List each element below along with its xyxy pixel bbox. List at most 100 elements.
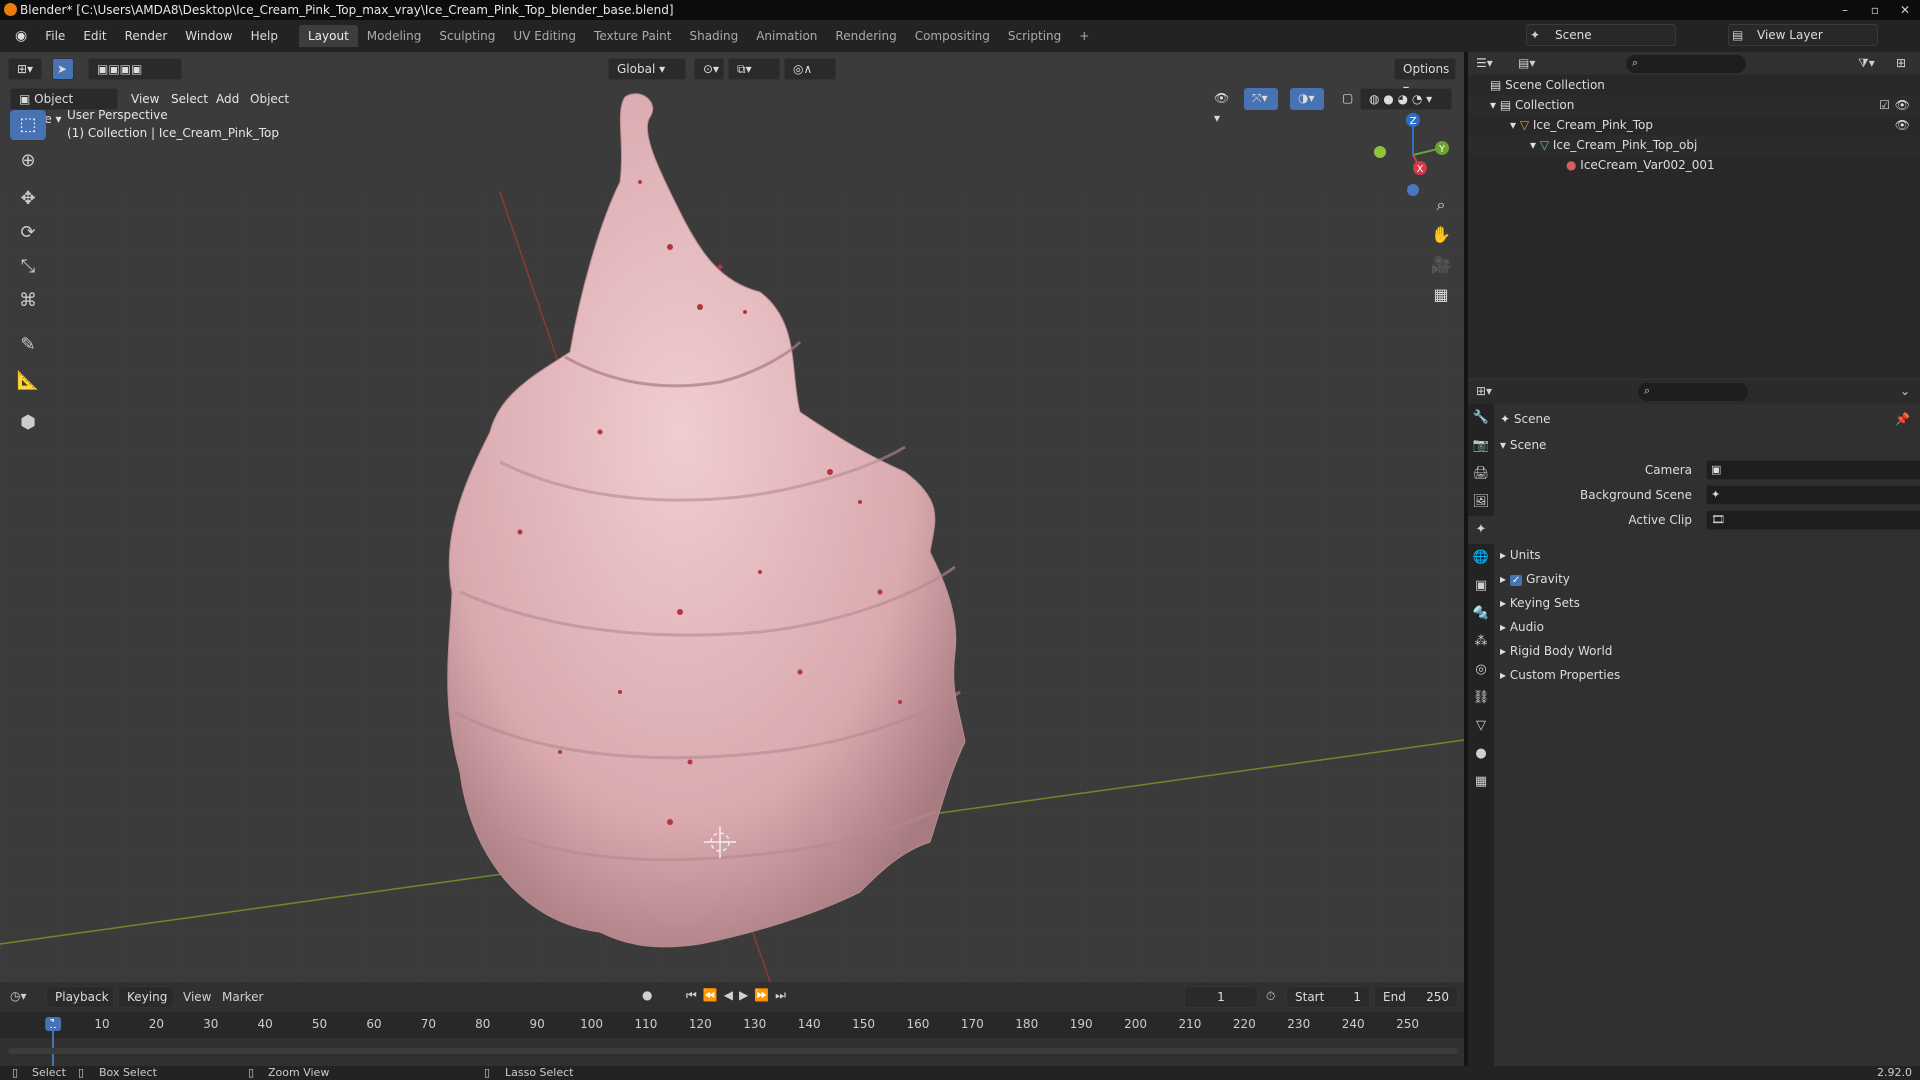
menu-help[interactable]: Help [242,29,287,43]
timeline-editor-icon[interactable]: ◷▾ [10,989,27,1003]
gravity-checkbox[interactable]: ✓ [1509,575,1523,586]
measure-tool[interactable]: 📐 [10,366,46,396]
outliner-editor-icon[interactable]: ☰▾ [1476,56,1493,70]
cursor-tool[interactable]: ⊕ [10,146,46,176]
record-icon[interactable]: ● [642,988,652,1002]
world-tab-icon[interactable]: 🌐 [1468,544,1494,572]
menu-file[interactable]: File [36,29,74,43]
chevron-down-icon[interactable]: ⌄ [1900,384,1910,398]
properties-editor-icon[interactable]: ⊞▾ [1476,384,1492,398]
rotate-tool[interactable]: ⟳ [10,218,46,248]
gravity-panel-header[interactable]: ▸ ✓ Gravity [1500,568,1916,590]
menu-render[interactable]: Render [116,29,177,43]
tab-modeling[interactable]: Modeling [358,25,431,47]
playhead[interactable] [52,1022,54,1066]
object-tab-icon[interactable]: ▣ [1468,572,1494,600]
pin-icon[interactable]: 📌 [1895,408,1910,430]
menu-marker[interactable]: Marker [222,990,263,1004]
editor-type-button[interactable]: ⊞▾ [8,58,42,80]
tab-uv-editing[interactable]: UV Editing [504,25,585,47]
view-layer-selector[interactable]: View Layer [1728,24,1878,46]
menu-object[interactable]: Object [250,92,289,106]
render-tab-icon[interactable]: 📷 [1468,432,1494,460]
menu-window[interactable]: Window [176,29,241,43]
outliner-row[interactable]: ▾ ▽ Ice_Cream_Pink_Top 👁 [1468,115,1920,135]
audio-panel-header[interactable]: ▸ Audio [1500,616,1916,638]
snapping-button[interactable]: ⧉▾ [728,58,780,80]
tab-layout[interactable]: Layout [298,25,358,47]
minimize-button[interactable]: – [1830,0,1860,20]
start-frame-field[interactable]: Start 1 [1286,986,1370,1008]
options-button[interactable]: Options ▾ [1394,58,1456,96]
tab-compositing[interactable]: Compositing [906,25,999,47]
selection-mode-buttons[interactable]: ▣▣▣▣ [88,58,182,80]
material-tab-icon[interactable]: ● [1468,740,1494,768]
eye-icon[interactable]: 👁 [1895,95,1910,115]
menu-select[interactable]: Select [171,92,208,106]
select-tool-icon[interactable]: ➤ [52,58,74,80]
properties-search-input[interactable]: ⌕ [1638,383,1748,401]
tab-texture-paint[interactable]: Texture Paint [585,25,680,47]
output-tab-icon[interactable]: 🖨 [1468,460,1494,488]
3d-viewport[interactable]: ⊞▾ ➤ ▣▣▣▣ Global ▾ ⊙▾ ⧉▾ ◎∧ Options ▾ ▣ … [0,52,1464,982]
custom-properties-panel-header[interactable]: ▸ Custom Properties [1500,664,1916,686]
outliner-row[interactable]: ▾ ▽ Ice_Cream_Pink_Top_obj [1468,135,1920,155]
outliner-row[interactable]: ● IceCream_Var002_001 [1468,155,1920,175]
filter-icon[interactable]: ⧩▾ [1858,56,1875,71]
menu-view[interactable]: View [183,990,211,1004]
camera-view-icon[interactable]: 🎥 [1428,252,1454,278]
rigid-body-world-panel-header[interactable]: ▸ Rigid Body World [1500,640,1916,662]
clock-icon[interactable]: ⏱ [1266,989,1275,1004]
transform-tool[interactable]: ⌘ [10,286,46,316]
scene-selector[interactable]: Scene [1526,24,1676,46]
pivot-point-button[interactable]: ⊙▾ [694,58,724,80]
modifiers-tab-icon[interactable]: 🔩 [1468,600,1494,628]
pan-hand-icon[interactable]: ✋ [1428,222,1454,248]
outliner-row[interactable]: ▾ ▤ Collection ☑ 👁 [1468,95,1920,115]
keying-sets-panel-header[interactable]: ▸ Keying Sets [1500,592,1916,614]
display-mode-icon[interactable]: ▤▾ [1518,56,1535,70]
units-panel-header[interactable]: ▸ Units [1500,544,1916,566]
overlays-toggle-icon[interactable]: ◑▾ [1290,88,1324,110]
zoom-icon[interactable]: ⌕ [1428,192,1454,218]
active-clip-field[interactable]: 🎞 [1706,510,1920,530]
texture-tab-icon[interactable]: ▦ [1468,768,1494,796]
outliner-search-input[interactable]: ⌕ [1626,55,1746,73]
select-box-tool[interactable]: ⬚ [10,110,46,140]
xray-toggle-icon[interactable]: ▢ [1334,88,1356,110]
particles-tab-icon[interactable]: ⁂ [1468,628,1494,656]
tool-tab-icon[interactable]: 🔧 [1468,404,1494,432]
keying-menu[interactable]: Keying ▾ [118,986,174,1024]
object-mode-select[interactable]: ▣ Object Mode ▾ [10,88,118,126]
add-workspace-button[interactable]: + [1070,25,1098,47]
visibility-icon[interactable]: 👁▾ [1206,88,1238,125]
navigation-gizmo[interactable]: Z Y X [1370,110,1450,200]
new-collection-icon[interactable]: ⊞ [1896,56,1906,70]
blender-menu-icon[interactable]: ◉ [6,28,36,44]
shading-mode-buttons[interactable]: ◍ ● ◕ ◔ ▾ [1360,88,1452,110]
tab-rendering[interactable]: Rendering [826,25,905,47]
physics-tab-icon[interactable]: ◎ [1468,656,1494,684]
menu-edit[interactable]: Edit [74,29,115,43]
playback-controls[interactable]: ⏮⏪◀▶⏩⏭ [686,988,792,1003]
add-cube-tool[interactable]: ⬢ [10,408,46,438]
menu-view[interactable]: View [131,92,159,106]
constraints-tab-icon[interactable]: ⛓ [1468,684,1494,712]
camera-field[interactable]: ▣ ✎ [1706,460,1920,480]
timeline-ruler[interactable]: 1102030405060708090100110120130140150160… [0,1012,1464,1038]
checkbox-icon[interactable]: ☑ [1879,95,1890,115]
annotate-tool[interactable]: ✎ [10,330,46,360]
data-tab-icon[interactable]: ▽ [1468,712,1494,740]
tab-shading[interactable]: Shading [680,25,747,47]
close-button[interactable]: ✕ [1890,0,1920,20]
scale-tool[interactable]: ⤡ [10,252,46,282]
playback-menu[interactable]: Playback ▾ [46,986,114,1024]
menu-add[interactable]: Add [216,92,239,106]
end-frame-field[interactable]: End 250 [1374,986,1458,1008]
background-scene-field[interactable]: ✦ [1706,485,1920,505]
scene-tab-icon[interactable]: ✦ [1468,516,1494,544]
transform-orientation-select[interactable]: Global ▾ [608,58,686,80]
tab-animation[interactable]: Animation [747,25,826,47]
gizmo-toggle-icon[interactable]: ⤧▾ [1244,88,1278,110]
current-frame-field[interactable]: 1 [1184,986,1258,1008]
